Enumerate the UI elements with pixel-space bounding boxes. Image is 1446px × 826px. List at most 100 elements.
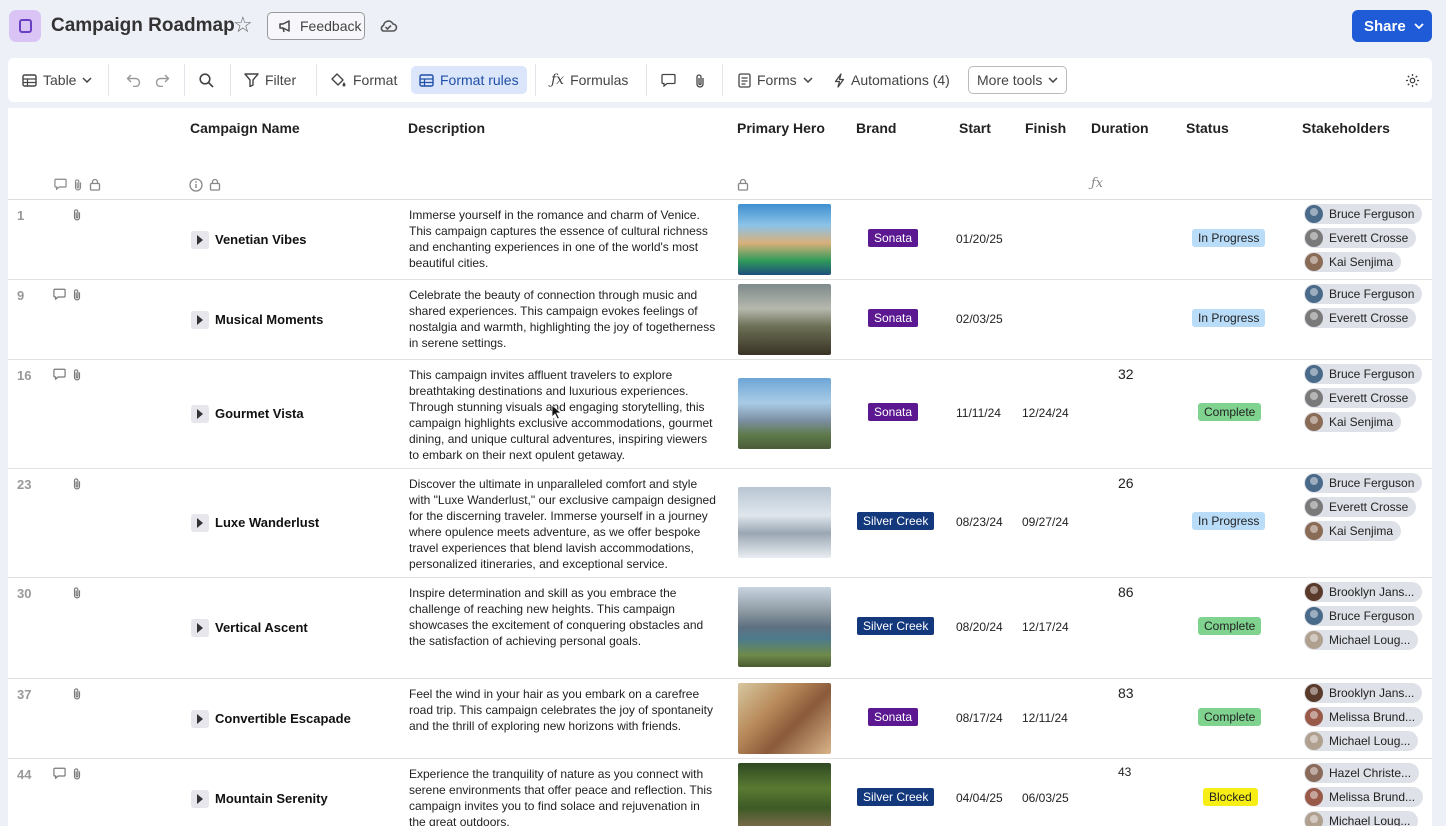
column-header-primary-hero[interactable]: Primary Hero <box>737 120 825 136</box>
primary-hero-image[interactable] <box>738 378 831 449</box>
status-badge[interactable]: Blocked <box>1203 788 1258 806</box>
start-date[interactable]: 04/04/25 <box>956 791 1003 805</box>
start-date[interactable]: 11/11/24 <box>956 406 1001 420</box>
finish-date[interactable]: 12/24/24 <box>1022 406 1069 420</box>
table-row[interactable]: 9 Musical Moments Celebrate the beauty o… <box>8 280 1432 360</box>
finish-date[interactable]: 09/27/24 <box>1022 515 1069 529</box>
brand-tag[interactable]: Sonata <box>868 229 919 247</box>
brand-tag[interactable]: Sonata <box>868 708 919 726</box>
description-cell[interactable]: Celebrate the beauty of connection throu… <box>409 287 719 351</box>
column-header-brand[interactable]: Brand <box>856 120 896 136</box>
duration-value[interactable]: 86 <box>1118 584 1134 600</box>
stakeholder-chip[interactable]: Melissa Brund... <box>1304 787 1424 807</box>
table-row[interactable]: 37 Convertible Escapade Feel the wind in… <box>8 679 1432 759</box>
status-badge[interactable]: In Progress <box>1192 229 1266 247</box>
stakeholder-chip[interactable]: Melissa Brund... <box>1304 707 1424 727</box>
more-tools-button[interactable]: More tools <box>968 66 1068 94</box>
stakeholder-chip[interactable]: Bruce Ferguson <box>1304 606 1423 626</box>
paperclip-icon[interactable] <box>72 687 82 700</box>
campaign-name[interactable]: Musical Moments <box>215 312 323 327</box>
table-row[interactable]: 1 Venetian Vibes Immerse yourself in the… <box>8 200 1432 280</box>
column-header-status[interactable]: Status <box>1186 120 1229 136</box>
stakeholder-chip[interactable]: Hazel Christe... <box>1304 763 1420 783</box>
format-rules-button[interactable]: Format rules <box>411 66 527 94</box>
feedback-button[interactable]: Feedback <box>267 12 365 40</box>
stakeholder-chip[interactable]: Everett Crosse <box>1304 228 1417 248</box>
share-button[interactable]: Share <box>1352 10 1432 42</box>
expand-row-button[interactable] <box>191 514 209 532</box>
duration-value[interactable]: 83 <box>1118 685 1134 701</box>
column-header-start[interactable]: Start <box>959 120 991 136</box>
primary-hero-image[interactable] <box>738 763 831 826</box>
expand-row-button[interactable] <box>191 231 209 249</box>
stakeholder-chip[interactable]: Kai Senjima <box>1304 521 1402 541</box>
search-button[interactable] <box>199 66 214 94</box>
column-header-campaign-name[interactable]: Campaign Name <box>190 120 300 136</box>
stakeholder-chip[interactable]: Kai Senjima <box>1304 412 1402 432</box>
stakeholder-chip[interactable]: Michael Loug... <box>1304 811 1419 826</box>
column-header-finish[interactable]: Finish <box>1025 120 1066 136</box>
description-cell[interactable]: Immerse yourself in the romance and char… <box>409 207 719 271</box>
status-badge[interactable]: Complete <box>1198 403 1262 421</box>
table-row[interactable]: 30 Vertical Ascent Inspire determination… <box>8 578 1432 679</box>
description-cell[interactable]: Feel the wind in your hair as you embark… <box>409 686 719 734</box>
expand-row-button[interactable] <box>191 710 209 728</box>
table-row[interactable]: 44 Mountain Serenity Experience the tran… <box>8 759 1432 826</box>
stakeholder-chip[interactable]: Everett Crosse <box>1304 388 1417 408</box>
undo-button[interactable] <box>126 66 142 94</box>
settings-button[interactable] <box>1405 66 1420 94</box>
stakeholder-chip[interactable]: Bruce Ferguson <box>1304 473 1423 493</box>
stakeholder-chip[interactable]: Bruce Ferguson <box>1304 284 1423 304</box>
page-title[interactable]: Campaign Roadmap <box>51 15 235 37</box>
description-cell[interactable]: Discover the ultimate in unparalleled co… <box>409 476 719 572</box>
brand-tag[interactable]: Silver Creek <box>857 788 935 806</box>
stakeholder-chip[interactable]: Michael Loug... <box>1304 731 1419 751</box>
start-date[interactable]: 01/20/25 <box>956 232 1003 246</box>
redo-button[interactable] <box>154 66 170 94</box>
formulas-button[interactable]: ƒx Formulas <box>551 66 628 94</box>
paperclip-icon[interactable] <box>72 767 82 780</box>
cloud-saved-icon[interactable] <box>378 16 398 36</box>
duration-value[interactable]: 26 <box>1118 475 1134 491</box>
comment-icon[interactable] <box>53 767 66 779</box>
campaign-name[interactable]: Mountain Serenity <box>215 791 328 806</box>
paperclip-icon[interactable] <box>72 586 82 599</box>
expand-row-button[interactable] <box>191 619 209 637</box>
attachments-button[interactable] <box>694 66 706 94</box>
column-header-stakeholders[interactable]: Stakeholders <box>1302 120 1390 136</box>
brand-tag[interactable]: Silver Creek <box>857 617 935 635</box>
view-selector-button[interactable]: Table <box>22 66 92 94</box>
primary-hero-image[interactable] <box>738 487 831 558</box>
table-row[interactable]: 16 Gourmet Vista This campaign invites a… <box>8 360 1432 469</box>
start-date[interactable]: 08/17/24 <box>956 711 1003 725</box>
star-icon[interactable]: ☆ <box>233 13 253 37</box>
stakeholder-chip[interactable]: Bruce Ferguson <box>1304 364 1423 384</box>
status-badge[interactable]: Complete <box>1198 617 1262 635</box>
campaign-name[interactable]: Luxe Wanderlust <box>215 515 319 530</box>
primary-hero-image[interactable] <box>738 284 831 355</box>
stakeholder-chip[interactable]: Brooklyn Jans... <box>1304 683 1423 703</box>
comment-icon[interactable] <box>53 288 66 300</box>
stakeholder-chip[interactable]: Michael Loug... <box>1304 630 1419 650</box>
comment-icon[interactable] <box>53 368 66 380</box>
campaign-name[interactable]: Gourmet Vista <box>215 406 304 421</box>
brand-tag[interactable]: Sonata <box>868 403 919 421</box>
status-badge[interactable]: In Progress <box>1192 512 1266 530</box>
app-sheet-icon[interactable] <box>9 10 41 42</box>
comments-button[interactable] <box>661 66 676 94</box>
forms-button[interactable]: Forms <box>738 66 813 94</box>
start-date[interactable]: 08/23/24 <box>956 515 1003 529</box>
stakeholder-chip[interactable]: Brooklyn Jans... <box>1304 582 1423 602</box>
automations-button[interactable]: Automations (4) <box>834 66 950 94</box>
brand-tag[interactable]: Sonata <box>868 309 919 327</box>
column-header-description[interactable]: Description <box>408 120 485 136</box>
table-row[interactable]: 23 Luxe Wanderlust Discover the ultimate… <box>8 469 1432 578</box>
primary-hero-image[interactable] <box>738 683 831 754</box>
filter-button[interactable]: Filter <box>244 66 296 94</box>
paperclip-icon[interactable] <box>72 208 82 221</box>
status-badge[interactable]: Complete <box>1198 708 1262 726</box>
paperclip-icon[interactable] <box>72 477 82 490</box>
campaign-name[interactable]: Venetian Vibes <box>215 232 307 247</box>
start-date[interactable]: 02/03/25 <box>956 312 1003 326</box>
brand-tag[interactable]: Silver Creek <box>857 512 935 530</box>
